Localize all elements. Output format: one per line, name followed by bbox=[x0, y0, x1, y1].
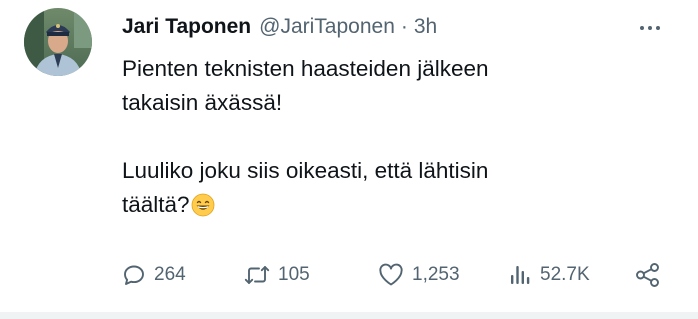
author-handle[interactable]: @JariTaponen bbox=[259, 15, 395, 39]
paragraph-2: Luuliko joku siis oikeasti, että lähtisi… bbox=[122, 154, 642, 222]
share-icon bbox=[634, 261, 662, 289]
like-button[interactable]: 1,253 bbox=[378, 258, 460, 292]
action-bar: 264 105 1,253 52.7K bbox=[122, 258, 667, 292]
like-count: 1,253 bbox=[412, 264, 460, 285]
divider bbox=[0, 312, 698, 319]
text-line: takaisin äxässä! bbox=[122, 90, 283, 115]
tweet-header: Jari Taponen @JariTaponen · 3h bbox=[122, 12, 437, 42]
text-line: Pienten teknisten haasteiden jälkeen bbox=[122, 56, 489, 81]
views-icon bbox=[508, 263, 532, 287]
grinning-face-emoji-icon bbox=[191, 193, 215, 217]
timestamp[interactable]: 3h bbox=[414, 15, 437, 39]
tweet-text: Pienten teknisten haasteiden jälkeen tak… bbox=[122, 52, 642, 222]
author-name[interactable]: Jari Taponen bbox=[122, 15, 251, 39]
paragraph-1: Pienten teknisten haasteiden jälkeen tak… bbox=[122, 52, 642, 120]
repost-count: 105 bbox=[278, 264, 310, 285]
views-count: 52.7K bbox=[540, 264, 590, 285]
separator-dot: · bbox=[400, 15, 408, 38]
reply-button[interactable]: 264 bbox=[122, 258, 186, 292]
repost-button[interactable]: 105 bbox=[244, 258, 310, 292]
reply-count: 264 bbox=[154, 264, 186, 285]
heart-icon bbox=[378, 263, 404, 287]
repost-icon bbox=[244, 263, 270, 287]
views-button[interactable]: 52.7K bbox=[508, 258, 590, 292]
avatar[interactable] bbox=[24, 8, 92, 76]
tweet[interactable]: Jari Taponen @JariTaponen · 3h Pienten t… bbox=[0, 0, 698, 312]
text-line: Luuliko joku siis oikeasti, että lähtisi… bbox=[122, 158, 489, 183]
text-line: täältä? bbox=[122, 192, 190, 217]
reply-icon bbox=[122, 263, 146, 287]
share-button[interactable] bbox=[634, 258, 662, 292]
more-icon[interactable] bbox=[630, 18, 670, 38]
